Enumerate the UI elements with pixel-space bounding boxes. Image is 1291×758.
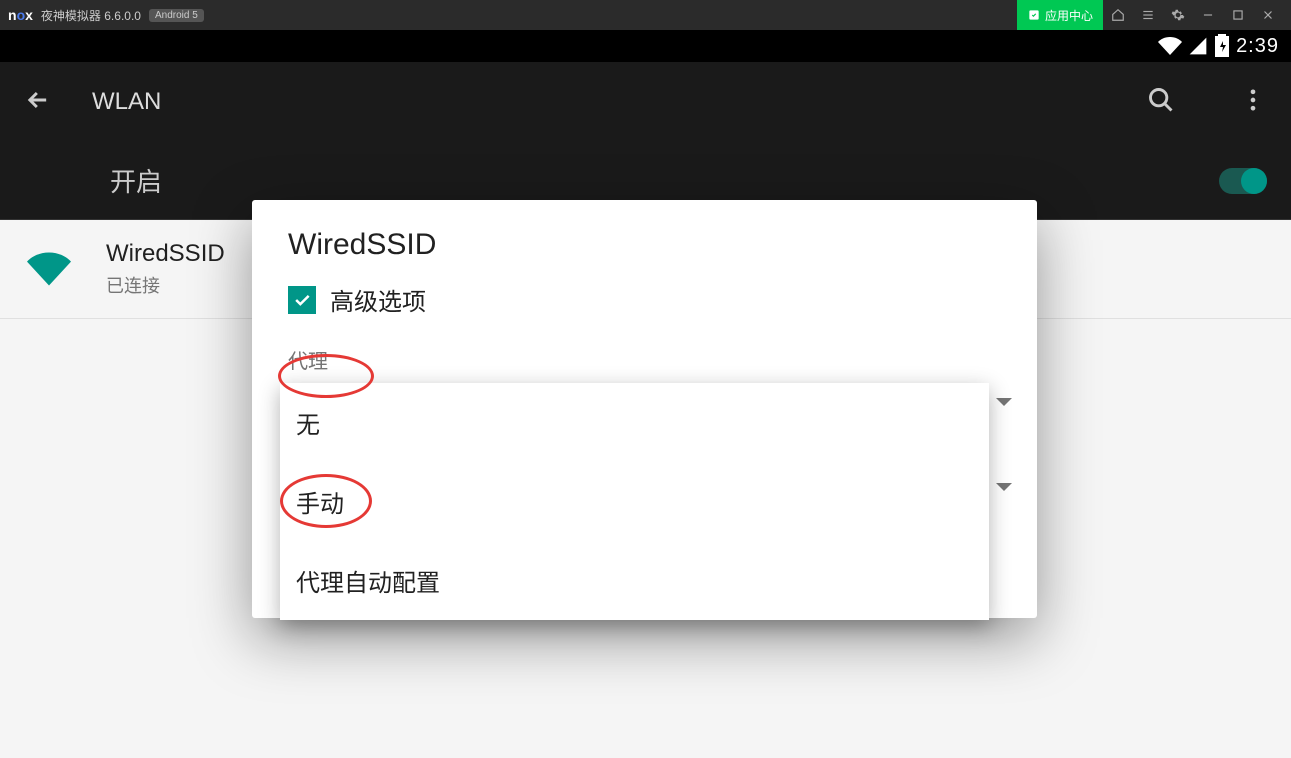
nox-logo: nox	[8, 7, 33, 23]
menu-icon[interactable]	[1133, 0, 1163, 30]
search-icon[interactable]	[1147, 86, 1175, 119]
app-center-label: 应用中心	[1045, 7, 1093, 24]
dropdown-caret-icon	[996, 398, 1012, 406]
proxy-option-manual[interactable]: 手动	[280, 462, 989, 541]
wlan-appbar: WLAN	[0, 62, 1291, 142]
wifi-strength-icon	[27, 247, 71, 291]
dialog-title: WiredSSID	[252, 200, 1037, 282]
proxy-field-label: 代理	[252, 337, 1037, 378]
minimize-icon[interactable]	[1193, 0, 1223, 30]
android-badge: Android 5	[149, 9, 204, 22]
battery-charging-icon	[1214, 34, 1230, 58]
back-button[interactable]	[24, 86, 52, 119]
advanced-checkbox[interactable]	[288, 286, 316, 314]
maximize-icon[interactable]	[1223, 0, 1253, 30]
status-time: 2:39	[1236, 35, 1279, 58]
android-status-bar: 2:39	[0, 30, 1291, 62]
home-icon[interactable]	[1103, 0, 1133, 30]
gear-icon[interactable]	[1163, 0, 1193, 30]
signal-icon	[1188, 36, 1208, 56]
proxy-option-auto[interactable]: 代理自动配置	[280, 541, 989, 620]
wlan-toggle-label: 开启	[110, 162, 162, 199]
wifi-name: WiredSSID	[106, 240, 225, 268]
emulator-title: 夜神模拟器 6.6.0.0	[41, 7, 141, 24]
emulator-titlebar: nox 夜神模拟器 6.6.0.0 Android 5 应用中心	[0, 0, 1291, 30]
wifi-icon	[1158, 34, 1182, 58]
proxy-dropdown: 无 手动 代理自动配置	[280, 383, 989, 620]
page-title: WLAN	[92, 88, 1083, 116]
overflow-menu-icon[interactable]	[1239, 86, 1267, 119]
app-center-button[interactable]: 应用中心	[1017, 0, 1103, 30]
close-icon[interactable]	[1253, 0, 1283, 30]
wlan-toggle-switch[interactable]	[1219, 168, 1267, 194]
proxy-option-none[interactable]: 无	[280, 383, 989, 462]
advanced-label: 高级选项	[330, 282, 426, 317]
wifi-status: 已连接	[106, 272, 225, 298]
dropdown-caret-icon	[996, 483, 1012, 491]
